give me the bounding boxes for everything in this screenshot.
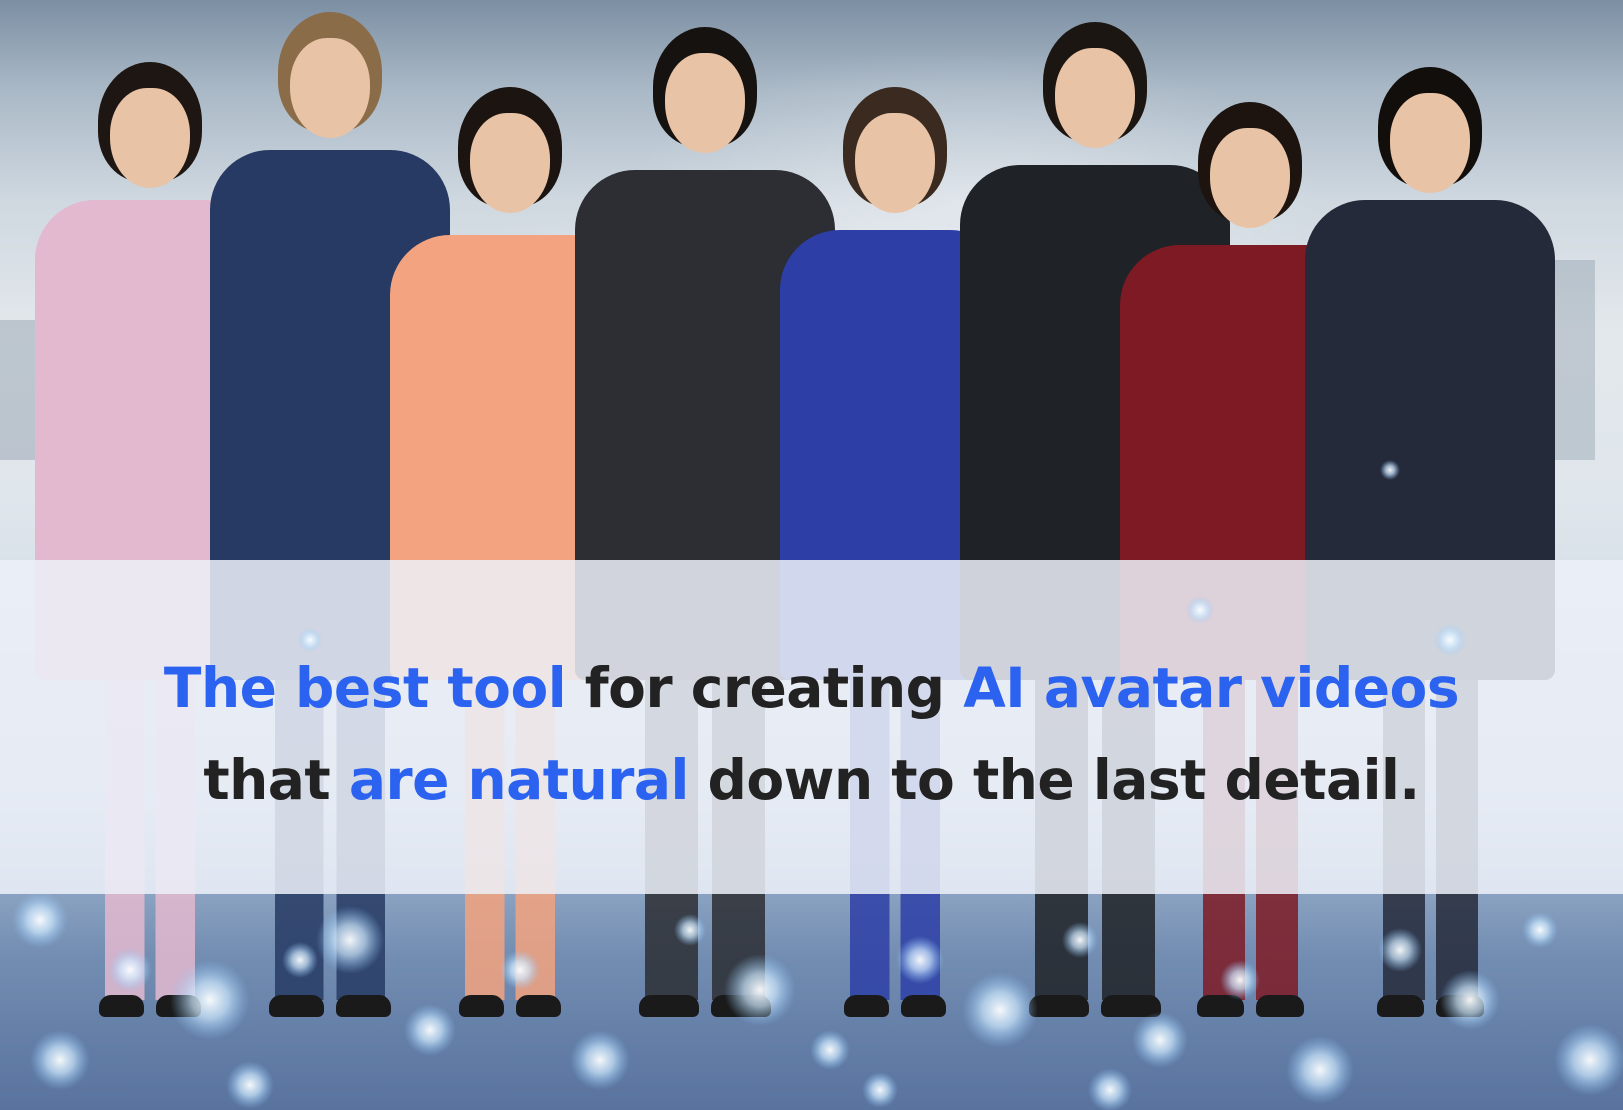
headline-highlight-ai-avatar: AI avatar videos	[963, 656, 1460, 720]
headline-highlight-best-tool: The best tool	[163, 656, 567, 720]
avatar-shoe	[1376, 995, 1424, 1017]
headline-highlight-natural: are natural	[348, 748, 690, 812]
headline-text: down to the last detail.	[688, 748, 1420, 812]
headline-banner	[0, 560, 1623, 894]
hero-scene: The best tool for creating AI avatar vid…	[0, 0, 1623, 1110]
avatar-face	[1390, 93, 1470, 193]
headline-line-2: that are natural down to the last detail…	[0, 753, 1623, 808]
headline-line-1: The best tool for creating AI avatar vid…	[0, 661, 1623, 716]
avatar-woman-dark-blazer	[0, 0, 1623, 1110]
avatar-group	[0, 0, 1623, 1110]
headline-text: that	[203, 748, 349, 812]
headline-text: for creating	[566, 656, 964, 720]
avatar-shoe	[1436, 995, 1484, 1017]
